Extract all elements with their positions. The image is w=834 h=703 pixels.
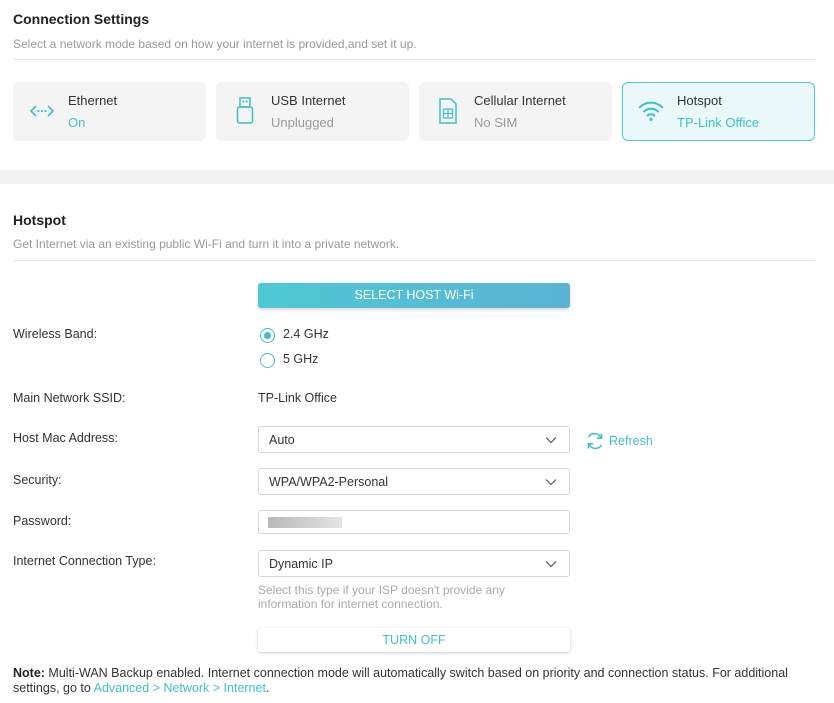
card-hotspot-status: TP-Link Office bbox=[677, 115, 760, 130]
refresh-icon bbox=[587, 432, 603, 450]
mac-label: Host Mac Address: bbox=[13, 431, 118, 445]
chevron-down-icon bbox=[545, 479, 557, 486]
password-label: Password: bbox=[13, 514, 72, 528]
masked-password bbox=[268, 517, 342, 528]
chevron-down-icon bbox=[545, 437, 557, 444]
multi-wan-note: Note: Multi-WAN Backup enabled. Internet… bbox=[13, 666, 823, 696]
refresh-label: Refresh bbox=[609, 434, 653, 448]
card-cellular-internet[interactable]: Cellular Internet No SIM bbox=[419, 82, 612, 141]
band-label-2-4ghz: 2.4 GHz bbox=[283, 327, 329, 341]
connection-settings-section: Connection Settings Select a network mod… bbox=[0, 0, 834, 170]
divider bbox=[13, 260, 815, 261]
section-separator bbox=[0, 170, 834, 184]
connection-settings-subtitle: Select a network mode based on how your … bbox=[13, 37, 417, 51]
connection-type-value: Dynamic IP bbox=[269, 557, 333, 571]
note-prefix: Note: bbox=[13, 666, 45, 680]
wireless-band-label: Wireless Band: bbox=[13, 327, 98, 341]
chevron-down-icon bbox=[545, 561, 557, 568]
hotspot-title: Hotspot bbox=[13, 212, 66, 228]
mac-select-value: Auto bbox=[269, 433, 295, 447]
security-label: Security: bbox=[13, 473, 62, 487]
mac-select[interactable]: Auto bbox=[258, 426, 570, 453]
connection-type-label: Internet Connection Type: bbox=[13, 554, 156, 568]
band-radio-2-4ghz[interactable] bbox=[260, 328, 275, 343]
password-field[interactable] bbox=[258, 510, 570, 534]
card-usb-name: USB Internet bbox=[271, 93, 346, 108]
band-radio-5ghz[interactable] bbox=[260, 353, 275, 368]
card-cellular-name: Cellular Internet bbox=[474, 93, 566, 108]
refresh-button[interactable]: Refresh bbox=[585, 432, 653, 450]
card-usb-status: Unplugged bbox=[271, 115, 334, 130]
connection-type-select[interactable]: Dynamic IP bbox=[258, 550, 570, 577]
ssid-value: TP-Link Office bbox=[258, 391, 337, 405]
card-ethernet[interactable]: Ethernet On bbox=[13, 82, 206, 141]
hotspot-subtitle: Get Internet via an existing public Wi-F… bbox=[13, 237, 400, 251]
divider bbox=[13, 59, 815, 60]
wifi-icon bbox=[637, 97, 665, 125]
band-label-5ghz: 5 GHz bbox=[283, 352, 319, 366]
connection-type-hint: Select this type if your ISP doesn't pro… bbox=[258, 583, 505, 611]
ssid-label: Main Network SSID: bbox=[13, 391, 126, 405]
note-suffix: . bbox=[265, 681, 270, 695]
card-usb-internet[interactable]: USB Internet Unplugged bbox=[216, 82, 409, 141]
usb-icon bbox=[231, 97, 259, 125]
sim-card-icon bbox=[434, 97, 462, 125]
card-hotspot-name: Hotspot bbox=[677, 93, 722, 108]
connection-settings-title: Connection Settings bbox=[13, 11, 150, 27]
card-ethernet-name: Ethernet bbox=[68, 93, 118, 108]
ethernet-icon bbox=[28, 97, 56, 125]
security-select[interactable]: WPA/WPA2-Personal bbox=[258, 468, 570, 495]
select-host-wifi-button[interactable]: SELECT HOST Wi-Fi bbox=[258, 283, 570, 308]
card-hotspot[interactable]: Hotspot TP-Link Office bbox=[622, 82, 815, 141]
internet-settings-link[interactable]: Advanced > Network > Internet bbox=[94, 681, 266, 695]
security-select-value: WPA/WPA2-Personal bbox=[269, 475, 389, 489]
card-cellular-status: No SIM bbox=[474, 115, 518, 130]
card-ethernet-status: On bbox=[68, 115, 86, 130]
turn-off-button[interactable]: TURN OFF bbox=[258, 628, 570, 652]
